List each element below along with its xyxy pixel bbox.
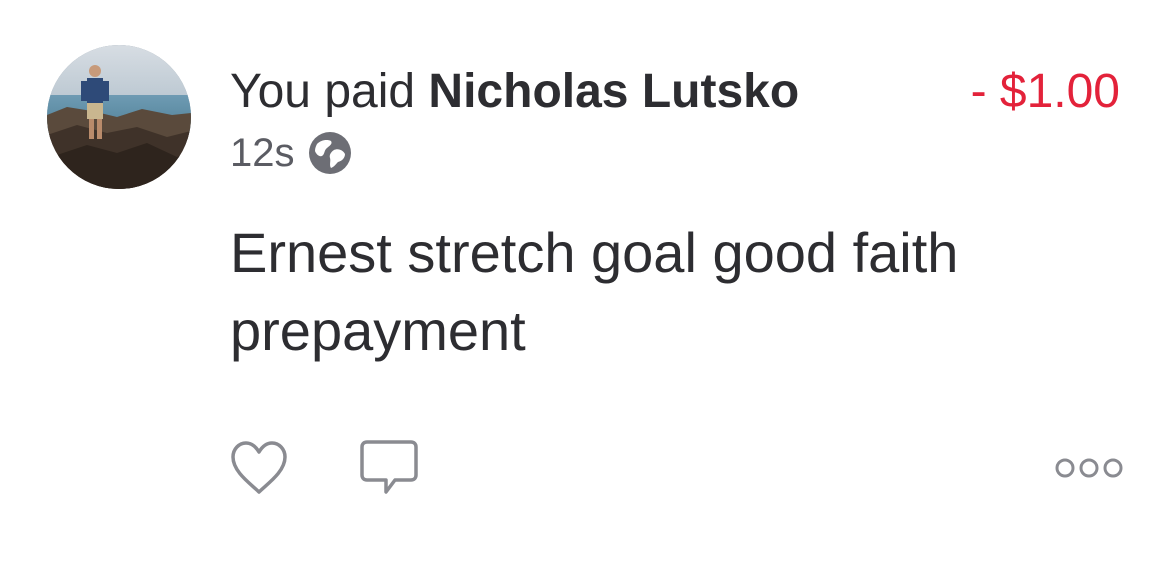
- transaction-story: You paid Nicholas Lutsko - $1.00 12s Ern…: [0, 0, 1170, 562]
- avatar-photo: [47, 45, 191, 189]
- timestamp: 12s: [230, 130, 295, 175]
- payment-amount: - $1.00: [970, 65, 1120, 118]
- story-actions: [0, 438, 1170, 502]
- comment-icon: [360, 440, 418, 494]
- avatar[interactable]: [47, 45, 191, 189]
- heart-icon: [231, 441, 287, 494]
- globe-icon: [307, 130, 353, 176]
- story-meta: 12s: [230, 128, 353, 178]
- more-icon: [1055, 458, 1123, 478]
- comment-button[interactable]: [358, 438, 420, 498]
- story-message: Ernest stretch goal good faith prepaymen…: [230, 221, 959, 362]
- like-button[interactable]: [228, 438, 290, 498]
- recipient-name[interactable]: Nicholas Lutsko: [428, 65, 799, 118]
- story-prefix: You paid: [230, 65, 429, 118]
- story-title: You paid Nicholas Lutsko: [230, 62, 799, 122]
- more-button[interactable]: [1052, 438, 1126, 498]
